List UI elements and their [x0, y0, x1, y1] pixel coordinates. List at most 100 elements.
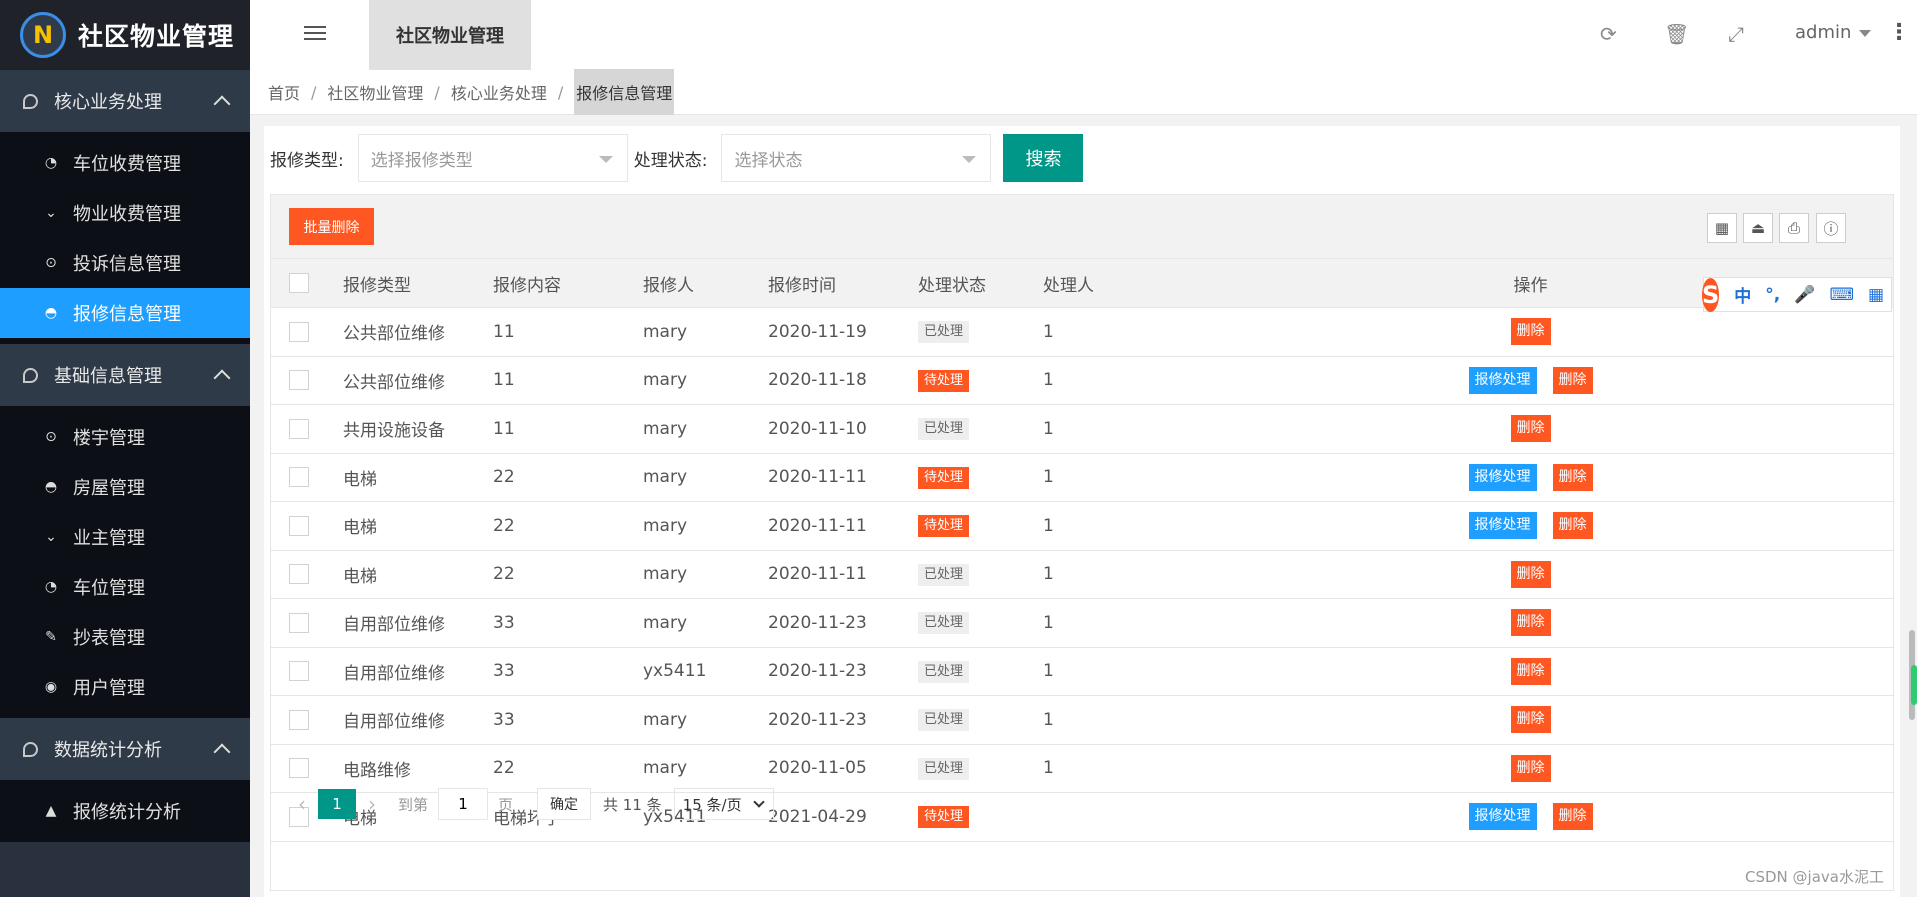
ime-chinese-mode[interactable]: 中 [1734, 282, 1751, 307]
select-all-checkbox[interactable] [289, 273, 309, 293]
sidebar-item[interactable]: ▲ 报修统计分析 [0, 786, 250, 836]
table-row[interactable]: 公共部位维修 11 mary 2020-11-18 待处理 1 报修处理 删除 [271, 356, 1893, 405]
breadcrumb-separator: / [311, 82, 317, 102]
table-body: 公共部位维修 11 mary 2020-11-19 已处理 1 删除 公共部位维修 11 mary… [271, 307, 1893, 842]
prev-page-icon[interactable]: ‹ [298, 792, 306, 816]
sidebar-item[interactable]: ◉ 用户管理 [0, 662, 250, 712]
table-row[interactable]: 自用部位维修 33 mary 2020-11-23 已处理 1 删除 [271, 695, 1893, 745]
repair-handle-button[interactable]: 报修处理 [1468, 366, 1537, 394]
delete-button[interactable]: 删除 [1510, 318, 1551, 346]
delete-button[interactable]: 删除 [1552, 366, 1593, 394]
sidebar-item-label: 投诉信息管理 [73, 254, 181, 275]
keyboard-icon[interactable]: ⌨ [1829, 285, 1854, 305]
row-checkbox[interactable] [289, 467, 309, 488]
col-header-status[interactable]: 处理状态 [918, 259, 1043, 308]
row-checkbox[interactable] [289, 661, 309, 682]
delete-button[interactable]: 删除 [1552, 463, 1593, 491]
col-header-time[interactable]: 报修时间 [768, 259, 918, 308]
cell-actions: 删除 [1168, 598, 1893, 648]
col-header-content[interactable]: 报修内容 [493, 259, 643, 308]
ime-punctuation-icon[interactable]: °, [1765, 285, 1780, 305]
breadcrumb-separator: / [434, 82, 440, 102]
col-header-handler[interactable]: 处理人 [1043, 259, 1168, 308]
print-icon[interactable]: ⎙ [1779, 213, 1809, 243]
cell-actions: 删除 [1168, 744, 1893, 793]
status-select[interactable]: 选择状态 [721, 134, 992, 182]
page-jump-input[interactable] [438, 788, 489, 820]
table-row[interactable]: 自用部位维修 33 yx5411 2020-11-23 已处理 1 删除 [271, 647, 1893, 696]
sidebar-group-1[interactable]: 基础信息管理 [0, 344, 250, 406]
menu-toggle-icon[interactable] [304, 22, 326, 44]
row-checkbox[interactable] [289, 564, 309, 585]
row-checkbox[interactable] [289, 321, 309, 342]
row-checkbox[interactable] [289, 370, 309, 391]
delete-button[interactable]: 删除 [1510, 706, 1551, 734]
microphone-icon[interactable]: 🎤 [1794, 285, 1815, 305]
search-button[interactable]: 搜索 [1003, 134, 1084, 182]
cell-handler: 1 [1043, 501, 1168, 551]
status-badge: 已处理 [918, 757, 970, 780]
sidebar-group-2[interactable]: 数据统计分析 [0, 718, 250, 780]
delete-button[interactable]: 删除 [1552, 512, 1593, 540]
cell-reporter: mary [643, 356, 768, 405]
fullscreen-icon[interactable]: ⤢ [1728, 22, 1744, 46]
table-row[interactable]: 电梯 22 mary 2020-11-11 已处理 1 删除 [271, 550, 1893, 599]
more-vertical-icon[interactable]: ⋮ [1888, 20, 1910, 45]
trash-icon[interactable]: 🗑 [1664, 22, 1689, 46]
cell-content: 22 [493, 453, 643, 502]
sidebar-item[interactable]: ⊙ 楼宇管理 [0, 412, 250, 462]
page-number-current[interactable]: 1 [318, 789, 356, 819]
delete-button[interactable]: 删除 [1552, 803, 1593, 831]
repair-type-select[interactable]: 选择报修类型 [357, 134, 628, 182]
table-row[interactable]: 电梯 22 mary 2020-11-11 待处理 1 报修处理 删除 [271, 453, 1893, 502]
page-size-select[interactable]: 15 条/页 [673, 788, 774, 820]
row-checkbox[interactable] [289, 515, 309, 536]
cell-content: 33 [493, 647, 643, 696]
sidebar-item[interactable]: ⌄ 物业收费管理 [0, 188, 250, 238]
sidebar-item[interactable]: ⊙ 投诉信息管理 [0, 238, 250, 288]
breadcrumb-community[interactable]: 社区物业管理 [327, 80, 423, 104]
row-checkbox[interactable] [289, 758, 309, 779]
delete-button[interactable]: 删除 [1510, 657, 1551, 685]
repair-handle-button[interactable]: 报修处理 [1468, 512, 1537, 540]
columns-icon[interactable]: ▦ [1707, 213, 1737, 243]
export-icon[interactable]: ⏏ [1743, 213, 1773, 243]
cell-handler: 1 [1043, 744, 1168, 793]
col-header-reporter[interactable]: 报修人 [643, 259, 768, 308]
cell-reporter: mary [643, 695, 768, 745]
sidebar-item[interactable]: ◔ 车位管理 [0, 562, 250, 612]
refresh-icon[interactable]: ⟳ [1600, 22, 1617, 46]
tab-community[interactable]: 社区物业管理 [369, 0, 531, 70]
next-page-icon[interactable]: › [368, 792, 376, 816]
sidebar-item[interactable]: ⌄ 业主管理 [0, 512, 250, 562]
sidebar-item[interactable]: ◓ 报修信息管理 [0, 288, 250, 338]
delete-button[interactable]: 删除 [1510, 415, 1551, 443]
row-checkbox[interactable] [289, 709, 309, 730]
row-checkbox[interactable] [289, 418, 309, 439]
chevrons-down-icon: ⌄ [45, 205, 57, 221]
delete-button[interactable]: 删除 [1510, 754, 1551, 782]
page-jump-confirm-button[interactable]: 确定 [537, 788, 592, 820]
repair-handle-button[interactable]: 报修处理 [1468, 463, 1537, 491]
breadcrumb-core[interactable]: 核心业务处理 [451, 80, 547, 104]
table-row[interactable]: 共用设施设备 11 mary 2020-11-10 已处理 1 删除 [271, 404, 1893, 454]
info-icon[interactable]: ⓘ [1816, 213, 1846, 243]
batch-delete-button[interactable]: 批量删除 [289, 208, 374, 245]
col-header-type[interactable]: 报修类型 [343, 259, 493, 308]
sidebar-item[interactable]: ◓ 房屋管理 [0, 462, 250, 512]
sidebar-item[interactable]: ◔ 车位收费管理 [0, 138, 250, 188]
table-row[interactable]: 电梯 22 mary 2020-11-11 待处理 1 报修处理 删除 [271, 501, 1893, 551]
user-menu[interactable]: admin [1795, 22, 1872, 43]
sogou-logo[interactable]: S [1702, 277, 1720, 312]
ime-toolbox-icon[interactable]: ▦ [1868, 285, 1884, 305]
breadcrumb-home[interactable]: 首页 [268, 80, 300, 104]
repair-handle-button[interactable]: 报修处理 [1468, 803, 1537, 831]
table-row[interactable]: 公共部位维修 11 mary 2020-11-19 已处理 1 删除 [271, 307, 1893, 357]
row-checkbox[interactable] [289, 612, 309, 633]
delete-button[interactable]: 删除 [1510, 609, 1551, 637]
delete-button[interactable]: 删除 [1510, 560, 1551, 588]
table-row[interactable]: 自用部位维修 33 mary 2020-11-23 已处理 1 删除 [271, 598, 1893, 648]
sidebar-group-0[interactable]: 核心业务处理 [0, 70, 250, 132]
sidebar-item[interactable]: ✎ 抄表管理 [0, 612, 250, 662]
search-bar: 报修类型: 选择报修类型 处理状态: 选择状态 搜索 [270, 134, 1084, 182]
